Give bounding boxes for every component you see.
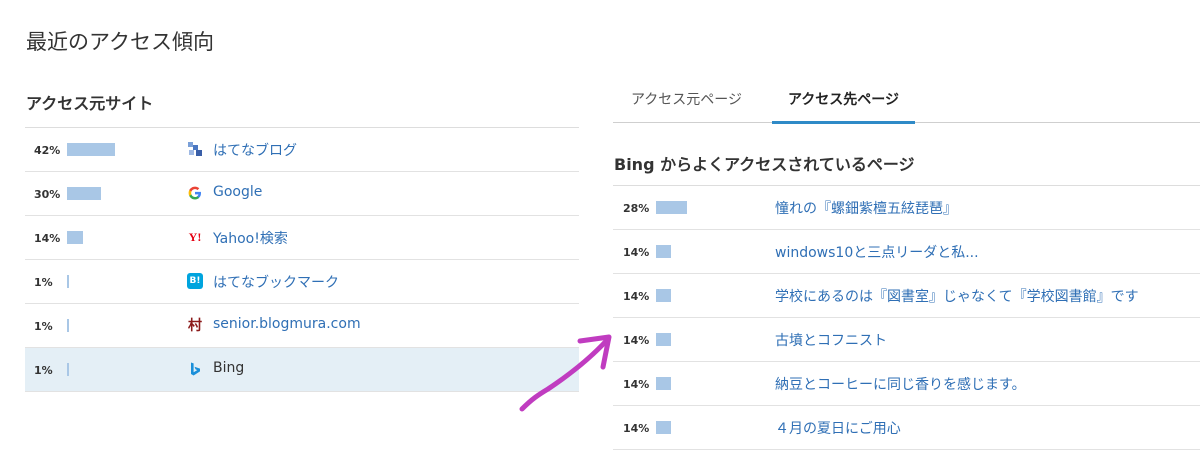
page-link[interactable]: 学校にあるのは『図書室』じゃなくて『学校図書館』です [775, 286, 1139, 306]
page-title: 最近のアクセス傾向 [26, 30, 214, 54]
referrer-link[interactable]: はてなブログ [213, 140, 297, 160]
referrer-link[interactable]: はてなブックマーク [213, 272, 339, 292]
page-bar [656, 289, 671, 302]
hatena-bookmark-icon: B! [187, 273, 203, 289]
page-row[interactable]: 14% 学校にあるのは『図書室』じゃなくて『学校図書館』です [613, 274, 1200, 318]
page-row[interactable]: 14% ４月の夏日にご用心 [613, 406, 1200, 450]
blogmura-icon: 村 [188, 318, 202, 334]
referrer-percent: 1% [34, 364, 53, 377]
page-bar [656, 377, 671, 390]
page-link[interactable]: 古墳とコフニスト [775, 330, 887, 350]
page-bar [656, 421, 671, 434]
page-row[interactable]: 14% windows10と三点リーダと私... [613, 230, 1200, 274]
pages-title: Bing からよくアクセスされているページ [614, 155, 915, 174]
referrer-row[interactable]: 42% はてなブログ [25, 128, 579, 172]
referrer-row[interactable]: 1% B! はてなブックマーク [25, 260, 579, 304]
referrer-link[interactable]: Yahoo!検索 [213, 228, 288, 248]
referrer-bar [67, 319, 69, 332]
referrer-percent: 14% [34, 232, 61, 245]
tab-bar: アクセス元ページ アクセス先ページ [613, 78, 1200, 124]
page-link[interactable]: ４月の夏日にご用心 [775, 418, 901, 438]
referrer-row[interactable]: 1% 村 senior.blogmura.com [25, 304, 579, 348]
page-link[interactable]: windows10と三点リーダと私... [775, 242, 979, 262]
bing-icon [187, 361, 203, 377]
page-percent: 14% [623, 290, 650, 303]
referrer-bar [67, 187, 101, 200]
referrer-link[interactable]: senior.blogmura.com [213, 316, 361, 332]
page-percent: 14% [623, 334, 650, 347]
referrer-row[interactable]: 14% Y! Yahoo!検索 [25, 216, 579, 260]
referrer-percent: 42% [34, 144, 61, 157]
page-row[interactable]: 28% 憧れの『螺鈿紫檀五絃琵琶』 [613, 186, 1200, 230]
referrer-percent: 30% [34, 188, 61, 201]
referrers-title: アクセス元サイト [26, 94, 154, 113]
google-icon [187, 185, 203, 201]
destination-page-table: 28% 憧れの『螺鈿紫檀五絃琵琶』 14% windows10と三点リーダと私.… [613, 185, 1200, 450]
page-link[interactable]: 納豆とコーヒーに同じ香りを感じます。 [775, 374, 1026, 394]
annotation-arrow-icon [519, 334, 612, 412]
referrer-row[interactable]: 30% Google [25, 172, 579, 216]
page-row[interactable]: 14% 古墳とコフニスト [613, 318, 1200, 362]
referrer-row[interactable]: 1% Bing [25, 348, 579, 392]
page-percent: 14% [623, 378, 650, 391]
referrer-link[interactable]: Google [213, 184, 262, 200]
page-percent: 14% [623, 422, 650, 435]
referrer-bar [67, 363, 69, 376]
yahoo-icon: Y! [188, 229, 202, 244]
tab-source-pages[interactable]: アクセス元ページ [631, 89, 742, 121]
referrer-link[interactable]: Bing [213, 360, 244, 376]
page-bar [656, 201, 687, 214]
referrer-table: 42% はてなブログ 30% Google 14% Y! Yahoo!検索 1%… [25, 127, 579, 392]
referrer-percent: 1% [34, 320, 53, 333]
referrer-bar [67, 143, 115, 156]
page-row[interactable]: 14% 納豆とコーヒーに同じ香りを感じます。 [613, 362, 1200, 406]
referrer-percent: 1% [34, 276, 53, 289]
tab-destination-pages[interactable]: アクセス先ページ [772, 89, 916, 124]
page-link[interactable]: 憧れの『螺鈿紫檀五絃琵琶』 [775, 198, 957, 218]
page-bar [656, 333, 671, 346]
referrer-bar [67, 231, 83, 244]
page-percent: 14% [623, 246, 650, 259]
page-percent: 28% [623, 202, 650, 215]
referrer-bar [67, 275, 69, 288]
page-bar [656, 245, 671, 258]
hatena-blog-icon [187, 141, 203, 157]
